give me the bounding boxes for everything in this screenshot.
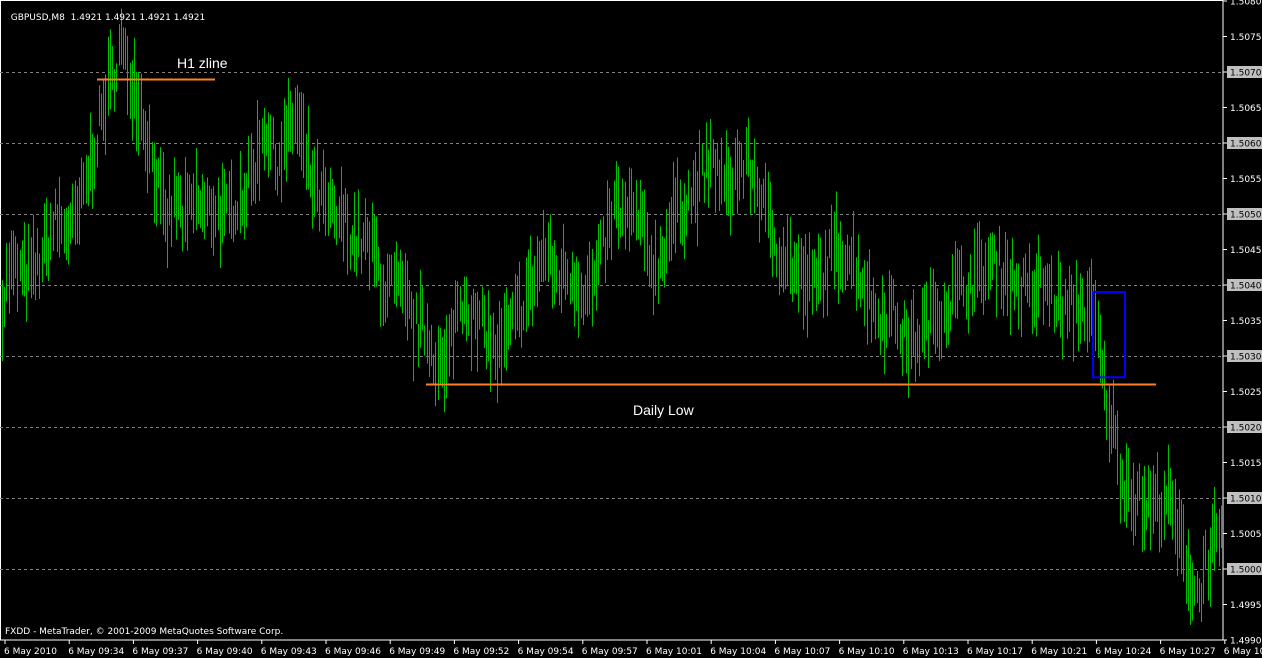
y-tick-label: 1.5010 (1230, 495, 1262, 505)
y-tick-label: 1.5075 (1230, 33, 1262, 43)
y-tick-label: 1.5065 (1230, 104, 1262, 114)
x-tick-label: 6 May 10:07 (774, 647, 830, 657)
x-tick-label: 6 May 09:52 (453, 647, 509, 657)
highlight-box (1092, 291, 1126, 379)
x-tick-label: 6 May 2010 (4, 647, 57, 657)
y-tick-label: 1.5080 (1230, 0, 1262, 8)
x-tick-label: 6 May 10:29 (1224, 647, 1262, 657)
y-tick-label: 1.4990 (1230, 637, 1262, 647)
y-tick-label: 1.5000 (1230, 566, 1262, 576)
x-tick-label: 6 May 09:49 (389, 647, 445, 657)
daily-low-label: Daily Low (633, 402, 694, 418)
price-chart[interactable]: 1.5080 1.5075 1.5070 1.5065 1.5060 1.5055 1.50… (0, 0, 1262, 658)
x-tick-label: 6 May 10:17 (967, 647, 1023, 657)
y-tick-label: 1.5060 (1230, 140, 1262, 150)
x-tick-label: 6 May 10:24 (1095, 647, 1151, 657)
y-tick-label: 1.5040 (1230, 282, 1262, 292)
chart-header: GBPUSD,M8 1.4921 1.4921 1.4921 1.4921 (5, 3, 205, 23)
h1-zline-label: H1 zline (177, 55, 228, 71)
x-tick-label: 6 May 09:40 (197, 647, 253, 657)
ohlc-values: 1.4921 1.4921 1.4921 1.4921 (70, 13, 206, 23)
x-tick-label: 6 May 09:57 (582, 647, 638, 657)
y-tick-label: 1.4995 (1230, 601, 1262, 611)
x-tick-label: 6 May 09:46 (325, 647, 381, 657)
y-tick-label: 1.5050 (1230, 211, 1262, 221)
y-tick-label: 1.5020 (1230, 424, 1262, 434)
x-tick-label: 6 May 10:21 (1031, 647, 1087, 657)
x-tick-label: 6 May 10:04 (710, 647, 766, 657)
copyright-text: FXDD - MetaTrader, © 2001-2009 MetaQuote… (5, 627, 284, 637)
x-tick-label: 6 May 10:10 (839, 647, 895, 657)
x-tick-label: 6 May 10:27 (1160, 647, 1216, 657)
y-tick-label: 1.5070 (1230, 69, 1262, 79)
y-tick-label: 1.5035 (1230, 317, 1262, 327)
x-tick-label: 6 May 09:54 (518, 647, 574, 657)
x-tick-label: 6 May 10:13 (903, 647, 959, 657)
plot-frame (0, 0, 1224, 641)
y-tick-label: 1.5055 (1230, 175, 1262, 185)
x-tick-label: 6 May 09:34 (68, 647, 124, 657)
y-tick-label: 1.5025 (1230, 388, 1262, 398)
x-tick-label: 6 May 09:37 (132, 647, 188, 657)
symbol-label: GBPUSD,M8 (10, 13, 65, 23)
y-tick-label: 1.5045 (1230, 246, 1262, 256)
y-tick-label: 1.5015 (1230, 459, 1262, 469)
y-tick-label: 1.5030 (1230, 353, 1262, 363)
y-tick-label: 1.5005 (1230, 530, 1262, 540)
x-tick-label: 6 May 10:01 (646, 647, 702, 657)
x-tick-label: 6 May 09:43 (261, 647, 317, 657)
